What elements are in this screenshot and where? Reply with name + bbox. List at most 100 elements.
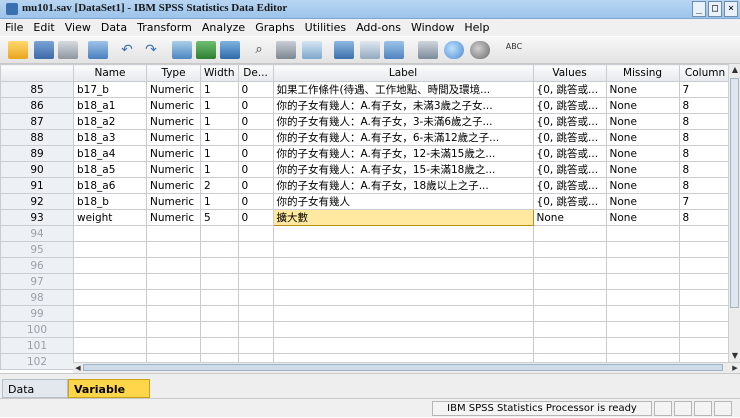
empty-cell[interactable] [605,225,680,242]
menu-help[interactable]: Help [459,21,494,34]
row-number[interactable]: 89 [0,145,74,162]
split-file-icon[interactable] [334,41,354,59]
show-all-variables-icon[interactable] [470,41,490,59]
empty-cell[interactable] [532,273,607,290]
empty-cell[interactable] [532,241,607,258]
decimals-cell[interactable]: 0 [237,97,274,114]
missing-cell[interactable]: None [605,177,680,194]
empty-cell[interactable] [200,257,239,274]
name-cell[interactable]: b18_a5 [73,161,147,178]
columns-cell[interactable]: 8 [678,209,732,226]
width-cell[interactable]: 1 [200,129,239,146]
width-cell[interactable]: 2 [200,177,239,194]
scroll-right-arrow-icon[interactable]: ▶ [730,363,740,373]
decimals-cell[interactable]: 0 [237,193,274,210]
maximize-button[interactable]: □ [708,1,722,17]
menu-analyze[interactable]: Analyze [197,21,250,34]
values-cell[interactable]: {0, 跳答或... [532,177,607,194]
values-cell[interactable]: {0, 跳答或... [532,193,607,210]
decimals-cell[interactable]: 0 [237,129,274,146]
missing-cell[interactable]: None [605,129,680,146]
menu-utilities[interactable]: Utilities [300,21,351,34]
row-number[interactable]: 92 [0,193,74,210]
values-cell[interactable]: {0, 跳答或... [532,161,607,178]
empty-cell[interactable] [237,273,274,290]
column-header-width[interactable]: Width [200,64,239,82]
row-number[interactable]: 96 [0,257,74,274]
empty-cell[interactable] [678,241,732,258]
row-number[interactable]: 100 [0,321,74,338]
empty-cell[interactable] [73,321,147,338]
values-cell[interactable]: {0, 跳答或... [532,97,607,114]
scroll-left-arrow-icon[interactable]: ◀ [73,363,83,373]
empty-cell[interactable] [605,289,680,306]
tab-data-view[interactable]: Data View [2,379,68,415]
label-cell[interactable]: 你的子女有幾人：A.有子女，12-未滿15歲之... [272,145,534,162]
value-labels-icon[interactable] [418,41,438,59]
empty-cell[interactable] [678,321,732,338]
width-cell[interactable]: 1 [200,161,239,178]
select-cases-icon[interactable] [384,41,404,59]
width-cell[interactable]: 1 [200,145,239,162]
empty-cell[interactable] [237,289,274,306]
columns-cell[interactable]: 8 [678,97,732,114]
empty-cell[interactable] [605,273,680,290]
column-header-values[interactable]: Values [532,64,607,82]
empty-row[interactable]: 99 [0,305,732,322]
name-cell[interactable]: b17_b [73,81,147,98]
columns-cell[interactable]: 7 [678,81,732,98]
insert-cases-icon[interactable] [276,41,296,59]
empty-cell[interactable] [146,225,201,242]
values-cell[interactable]: {0, 跳答或... [532,145,607,162]
row-number[interactable]: 102 [0,353,74,370]
row-number[interactable]: 97 [0,273,74,290]
scroll-up-arrow-icon[interactable]: ▲ [729,64,740,76]
columns-cell[interactable]: 8 [678,177,732,194]
dialog-recall-icon[interactable] [88,41,108,59]
row-number[interactable]: 87 [0,113,74,130]
width-cell[interactable]: 1 [200,193,239,210]
decimals-cell[interactable]: 0 [237,81,274,98]
empty-cell[interactable] [605,305,680,322]
menu-data[interactable]: Data [96,21,132,34]
empty-cell[interactable] [678,257,732,274]
variable-row[interactable]: 91 b18_a6 Numeric 2 0 你的子女有幾人：A.有子女，18歲以上之子..… [0,177,732,194]
horizontal-scroll-thumb[interactable] [83,364,723,371]
label-cell[interactable]: 你的子女有幾人：A.有子女，6-未滿12歲之子... [272,129,534,146]
empty-row[interactable]: 97 [0,273,732,290]
decimals-cell[interactable]: 0 [237,145,274,162]
label-cell[interactable]: 如果工作條件(待遇、工作地點、時間及環境... [272,81,534,98]
empty-cell[interactable] [678,225,732,242]
empty-row[interactable]: 95 [0,241,732,258]
spell-check-icon[interactable]: ABC [502,41,526,59]
name-cell[interactable]: b18_a6 [73,177,147,194]
values-cell[interactable]: {0, 跳答或... [532,129,607,146]
decimals-cell[interactable]: 0 [237,113,274,130]
horizontal-scrollbar[interactable]: ◀ ▶ [73,362,740,373]
empty-cell[interactable] [237,321,274,338]
empty-cell[interactable] [605,337,680,354]
empty-cell[interactable] [272,289,534,306]
name-cell[interactable]: b18_a3 [73,129,147,146]
empty-cell[interactable] [237,225,274,242]
scroll-down-arrow-icon[interactable]: ▼ [729,350,740,362]
label-cell[interactable]: 你的子女有幾人：A.有子女，3-未滿6歲之子... [272,113,534,130]
empty-cell[interactable] [532,225,607,242]
column-header-missing[interactable]: Missing [605,64,680,82]
variable-row[interactable]: 87 b18_a2 Numeric 1 0 你的子女有幾人：A.有子女，3-未滿6歲之子.… [0,113,732,130]
empty-cell[interactable] [200,241,239,258]
empty-cell[interactable] [237,257,274,274]
empty-cell[interactable] [678,337,732,354]
empty-cell[interactable] [237,337,274,354]
close-button[interactable]: × [724,1,738,17]
row-number[interactable]: 99 [0,305,74,322]
decimals-cell[interactable]: 0 [237,209,274,226]
column-header-label[interactable]: Label [272,64,534,82]
empty-cell[interactable] [146,257,201,274]
variable-row[interactable]: 89 b18_a4 Numeric 1 0 你的子女有幾人：A.有子女，12-未滿15歲之… [0,145,732,162]
label-cell[interactable]: 你的子女有幾人 [272,193,534,210]
row-number[interactable]: 101 [0,337,74,354]
variable-row[interactable]: 90 b18_a5 Numeric 1 0 你的子女有幾人：A.有子女，15-未滿18歲之… [0,161,732,178]
empty-cell[interactable] [678,305,732,322]
redo-icon[interactable]: ↷ [142,41,160,59]
